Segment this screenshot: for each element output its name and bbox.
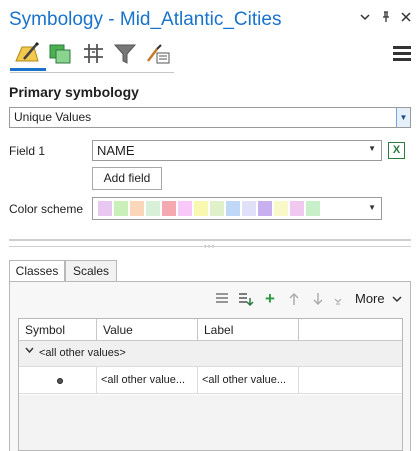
- group-label: <all other values>: [39, 347, 126, 359]
- tab-scales[interactable]: Scales: [65, 260, 117, 282]
- symbology-toolbar: [0, 38, 420, 72]
- color-swatch: [242, 201, 256, 216]
- symbol-properties-icon[interactable]: [143, 39, 173, 69]
- chevron-down-icon: ▼: [368, 144, 376, 153]
- primary-symbology-icon[interactable]: [12, 39, 42, 69]
- list-view-icon[interactable]: [214, 292, 230, 306]
- chevron-more-icon[interactable]: [330, 292, 346, 306]
- chevron-down-icon: [392, 296, 402, 303]
- filter-icon[interactable]: [111, 39, 141, 69]
- column-header-label[interactable]: Label: [198, 319, 299, 341]
- chevron-down-icon[interactable]: [357, 11, 373, 27]
- symbology-method-dropdown[interactable]: Unique Values ▼: [9, 107, 411, 128]
- column-header-filler: [299, 319, 402, 341]
- close-icon[interactable]: [398, 11, 414, 27]
- primary-symbology-heading: Primary symbology: [9, 84, 139, 100]
- label-cell[interactable]: <all other value...: [198, 367, 299, 394]
- tab-classes[interactable]: Classes: [9, 260, 65, 282]
- color-swatch: [114, 201, 128, 216]
- color-swatch: [130, 201, 144, 216]
- dropdown-arrow-icon[interactable]: ▼: [396, 108, 410, 127]
- color-swatch: [194, 201, 208, 216]
- pane-divider: [9, 239, 411, 241]
- vary-symbology-icon[interactable]: [45, 39, 75, 69]
- add-values-icon[interactable]: [238, 292, 254, 307]
- hamburger-menu-icon[interactable]: [393, 46, 411, 62]
- active-tool-indicator: [10, 68, 46, 71]
- add-field-button[interactable]: Add field: [92, 167, 162, 190]
- column-header-symbol[interactable]: Symbol: [19, 319, 97, 341]
- chevron-down-icon: ▼: [368, 203, 376, 212]
- field1-label: Field 1: [9, 144, 46, 158]
- color-swatch: [306, 201, 320, 216]
- color-swatch: [258, 201, 272, 216]
- classes-grid: Symbol Value Label <all other values> <a…: [18, 318, 403, 451]
- add-icon[interactable]: +: [262, 290, 278, 307]
- color-swatch: [226, 201, 240, 216]
- color-swatch: [274, 201, 288, 216]
- pane-divider-lower: [9, 246, 411, 247]
- field1-dropdown[interactable]: NAME ▼: [92, 140, 382, 161]
- color-swatch: [162, 201, 176, 216]
- color-swatch: [210, 201, 224, 216]
- point-symbol-icon[interactable]: [57, 378, 63, 384]
- table-row[interactable]: <all other value... <all other value...: [19, 367, 402, 394]
- title-bar: Symbology - Mid_Atlantic_Cities: [0, 0, 420, 40]
- move-down-icon[interactable]: [310, 292, 326, 306]
- symbol-cell[interactable]: [19, 367, 97, 394]
- color-swatch: [98, 201, 112, 216]
- color-scheme-label: Color scheme: [9, 202, 84, 216]
- label-classes-icon[interactable]: [79, 39, 109, 69]
- excel-expression-icon[interactable]: X: [388, 142, 405, 159]
- color-swatch: [146, 201, 160, 216]
- grid-empty-area: [19, 395, 402, 450]
- value-cell[interactable]: <all other value...: [97, 367, 198, 394]
- more-menu-button[interactable]: More: [355, 291, 402, 306]
- symbology-method-value: Unique Values: [14, 110, 92, 124]
- group-row[interactable]: <all other values>: [19, 341, 402, 367]
- color-scheme-dropdown[interactable]: ▼: [92, 197, 382, 220]
- toolbar-divider: [10, 72, 174, 73]
- pin-icon[interactable]: [378, 11, 394, 27]
- column-header-value[interactable]: Value: [97, 319, 198, 341]
- pane-title: Symbology - Mid_Atlantic_Cities: [9, 9, 282, 30]
- chevron-down-icon[interactable]: [25, 346, 34, 356]
- more-label: More: [355, 291, 385, 306]
- color-ramp: [98, 201, 322, 216]
- move-up-icon[interactable]: [286, 292, 302, 306]
- color-swatch: [178, 201, 192, 216]
- field1-value: NAME: [97, 143, 135, 158]
- color-swatch: [290, 201, 304, 216]
